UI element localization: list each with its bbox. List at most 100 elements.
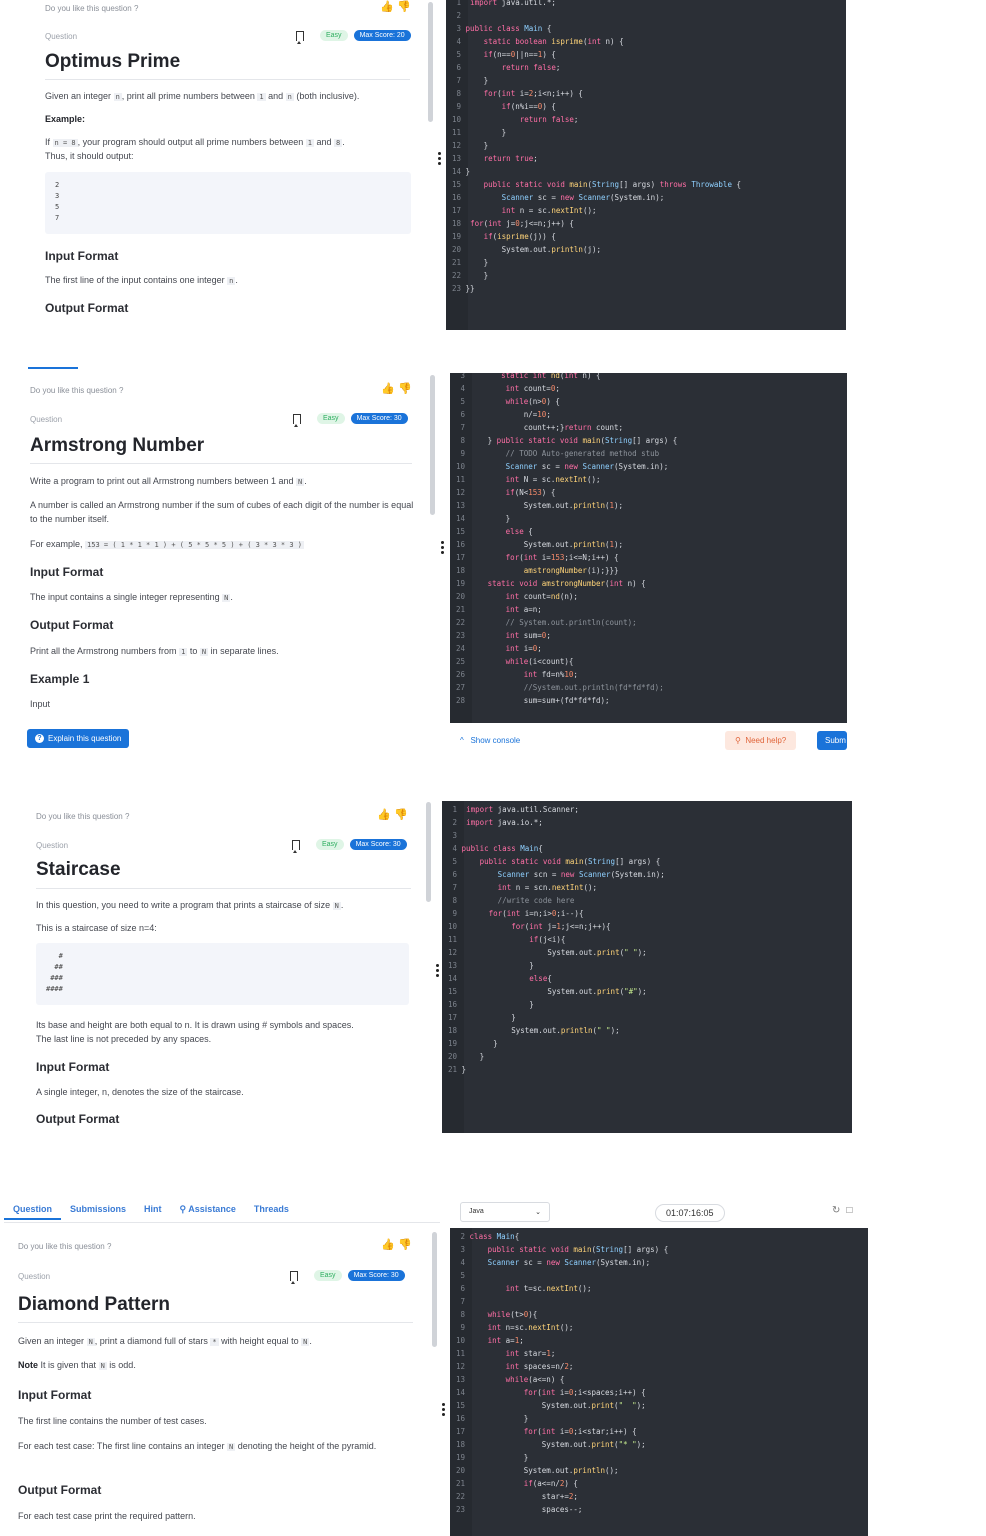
- page-title: Optimus Prime: [45, 51, 181, 72]
- output-format-heading: Output Format: [30, 618, 114, 632]
- bookmark-icon[interactable]: [292, 839, 300, 853]
- code-editor-1[interactable]: 1 import java.util.*; 2 3 public class M…: [446, 0, 846, 330]
- input-format-text: The input contains a single integer repr…: [30, 592, 233, 602]
- code-editor-4[interactable]: 2 class Main{ 3 public static void main(…: [450, 1228, 868, 1536]
- thumbs-up-icon[interactable]: 👍: [381, 1240, 395, 1251]
- staircase-description: Its base and height are both equal to n.…: [36, 1020, 354, 1030]
- question-tabs: Question Submissions Hint ⚲ Assistance T…: [4, 1204, 298, 1220]
- resize-handle[interactable]: [441, 541, 444, 554]
- resize-handle[interactable]: [442, 1403, 445, 1416]
- question-label: Question: [30, 415, 63, 424]
- thumbs-down-icon[interactable]: 👎: [398, 384, 412, 395]
- lightbulb-icon: ⚲: [735, 736, 741, 745]
- question-badges: Easy Max Score: 30: [292, 839, 407, 853]
- thumbs-up-icon[interactable]: 👍: [377, 810, 391, 821]
- input-format-heading: Input Format: [18, 1388, 92, 1402]
- tab-hint[interactable]: Hint: [135, 1204, 171, 1220]
- output-format-text: Print all the Armstrong numbers from 1 t…: [30, 646, 279, 656]
- timer: 01:07:16:05: [655, 1204, 725, 1222]
- bookmark-icon[interactable]: [293, 413, 301, 427]
- explain-label: Explain this question: [48, 734, 122, 743]
- divider: [36, 888, 411, 889]
- max-score-badge: Max Score: 20: [353, 30, 411, 41]
- explain-question-button[interactable]: ? Explain this question: [27, 729, 130, 748]
- input-format-text: The first line of the input contains one…: [45, 275, 238, 285]
- difficulty-badge: Easy: [316, 839, 344, 850]
- resize-handle[interactable]: [438, 152, 441, 165]
- show-console-label: Show console: [470, 736, 521, 745]
- page-title: Diamond Pattern: [18, 1294, 171, 1315]
- difficulty-badge: Easy: [317, 413, 345, 424]
- difficulty-badge: Easy: [314, 1270, 342, 1281]
- staircase-note: The last line is not preceded by any spa…: [36, 1034, 212, 1044]
- feedback-buttons: 👍 👎: [380, 2, 411, 13]
- input-format-detail: For each test case: The first line conta…: [18, 1441, 377, 1451]
- output-format-heading: Output Format: [45, 301, 129, 315]
- reset-icon[interactable]: ↻: [832, 1205, 840, 1216]
- example-description: If n = 8, your program should output all…: [45, 137, 345, 147]
- like-question-text: Do you like this question ?: [45, 4, 139, 13]
- like-question-text: Do you like this question ?: [30, 386, 124, 395]
- thumbs-up-icon[interactable]: 👍: [381, 384, 395, 395]
- editor-toolbar: ↻ □: [832, 1205, 852, 1216]
- scrollbar[interactable]: [426, 802, 431, 902]
- note-text: Note It is given that N is odd.: [18, 1360, 136, 1370]
- chevron-down-icon: ⌄: [535, 1209, 541, 1216]
- tab-threads[interactable]: Threads: [245, 1204, 298, 1220]
- scrollbar[interactable]: [428, 2, 433, 122]
- fullscreen-icon[interactable]: □: [846, 1205, 852, 1216]
- divider: [30, 463, 412, 464]
- code-editor-3[interactable]: 1 import java.util.Scanner; 2 import jav…: [442, 801, 852, 1133]
- question-description: Given an integer n, print all prime numb…: [45, 91, 360, 101]
- need-help-label: Need help?: [745, 736, 787, 745]
- lightbulb-icon: ⚲: [179, 1204, 187, 1214]
- output-format-heading: Output Format: [36, 1112, 120, 1126]
- scrollbar[interactable]: [432, 1232, 437, 1347]
- tab-question[interactable]: Question: [4, 1204, 62, 1220]
- question-badges: Easy Max Score: 30: [293, 413, 408, 427]
- input-format-heading: Input Format: [45, 249, 119, 263]
- help-circle-icon: ?: [35, 734, 44, 743]
- staircase-example-text: This is a staircase of size n=4:: [36, 923, 157, 933]
- like-question-text: Do you like this question ?: [18, 1242, 112, 1251]
- question-label: Question: [45, 32, 78, 41]
- difficulty-badge: Easy: [320, 30, 348, 41]
- feedback-buttons: 👍 👎: [381, 1240, 412, 1251]
- question-label: Question: [18, 1272, 51, 1281]
- code-editor-2[interactable]: 3 static int nd(int n) { 4 int count=0; …: [450, 373, 847, 723]
- resize-handle[interactable]: [436, 964, 439, 977]
- thumbs-down-icon[interactable]: 👎: [397, 2, 411, 13]
- question-description: Write a program to print out all Armstro…: [30, 476, 307, 486]
- thus-text: Thus, it should output:: [45, 151, 134, 161]
- tab-submissions[interactable]: Submissions: [61, 1204, 135, 1220]
- bookmark-icon[interactable]: [296, 30, 304, 44]
- tab-assistance[interactable]: ⚲ Assistance: [171, 1204, 245, 1220]
- need-help-button[interactable]: ⚲ Need help?: [725, 731, 797, 750]
- thumbs-up-icon[interactable]: 👍: [380, 2, 394, 13]
- example-output-block: 2 3 5 7: [45, 172, 411, 234]
- bookmark-icon[interactable]: [290, 1270, 298, 1284]
- tab-divider: [4, 1222, 440, 1223]
- submit-button[interactable]: Subm: [817, 731, 847, 750]
- thumbs-down-icon[interactable]: 👎: [398, 1240, 412, 1251]
- input-format-text: The first line contains the number of te…: [18, 1416, 207, 1426]
- question-panel-optimus: Do you like this question ? 👍 👎 Question…: [28, 0, 426, 330]
- language-select[interactable]: Java ⌄: [460, 1202, 550, 1222]
- input-label: Input: [30, 699, 51, 709]
- question-badges: Easy Max Score: 20: [296, 30, 411, 44]
- question-description: Given an integer N, print a diamond full…: [18, 1336, 312, 1346]
- tab-assistance-label: Assistance: [188, 1204, 236, 1214]
- thumbs-down-icon[interactable]: 👎: [394, 810, 408, 821]
- feedback-buttons: 👍 👎: [381, 384, 412, 395]
- question-panel-armstrong: Do you like this question ? 👍 👎 Question…: [14, 372, 426, 720]
- max-score-badge: Max Score: 30: [347, 1270, 405, 1281]
- code-content: 2 class Main{ 3 public static void main(…: [456, 1232, 669, 1514]
- example-1-heading: Example 1: [30, 672, 90, 686]
- input-format-text: A single integer, n, denotes the size of…: [36, 1087, 244, 1097]
- scrollbar[interactable]: [430, 375, 435, 515]
- output-format-heading: Output Format: [18, 1483, 102, 1497]
- like-question-text: Do you like this question ?: [36, 812, 130, 821]
- max-score-badge: Max Score: 30: [349, 839, 407, 850]
- show-console-button[interactable]: ^ Show console: [460, 736, 520, 745]
- code-content: 3 static int nd(int n) { 4 int count=0; …: [456, 373, 678, 705]
